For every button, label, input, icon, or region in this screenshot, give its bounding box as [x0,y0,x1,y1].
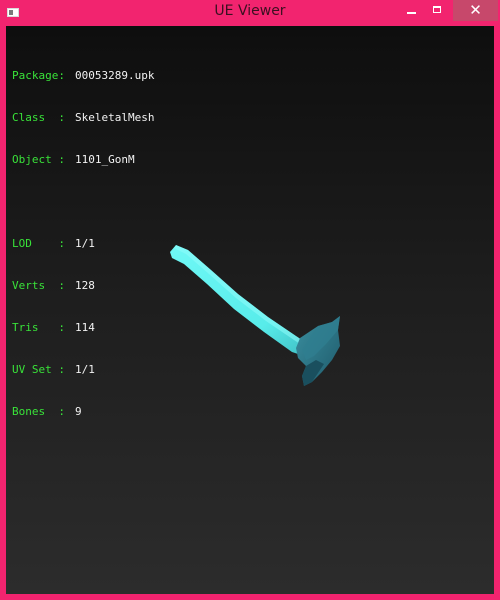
close-icon: ✕ [469,1,482,19]
mesh-head [296,316,340,386]
ue-viewer-window: UE Viewer ✕ Package: 00053289.upk Class :… [0,0,500,600]
mesh-handle [170,245,308,356]
skeletal-mesh-render [170,245,340,386]
maximize-button[interactable] [425,0,451,21]
3d-viewport[interactable]: Package: 00053289.upk Class : SkeletalMesh… [6,26,494,594]
maximize-icon [433,6,441,13]
minimize-icon [407,12,416,14]
title-bar[interactable]: UE Viewer ✕ [0,0,500,26]
close-button[interactable]: ✕ [453,0,498,21]
minimize-button[interactable] [398,0,424,21]
